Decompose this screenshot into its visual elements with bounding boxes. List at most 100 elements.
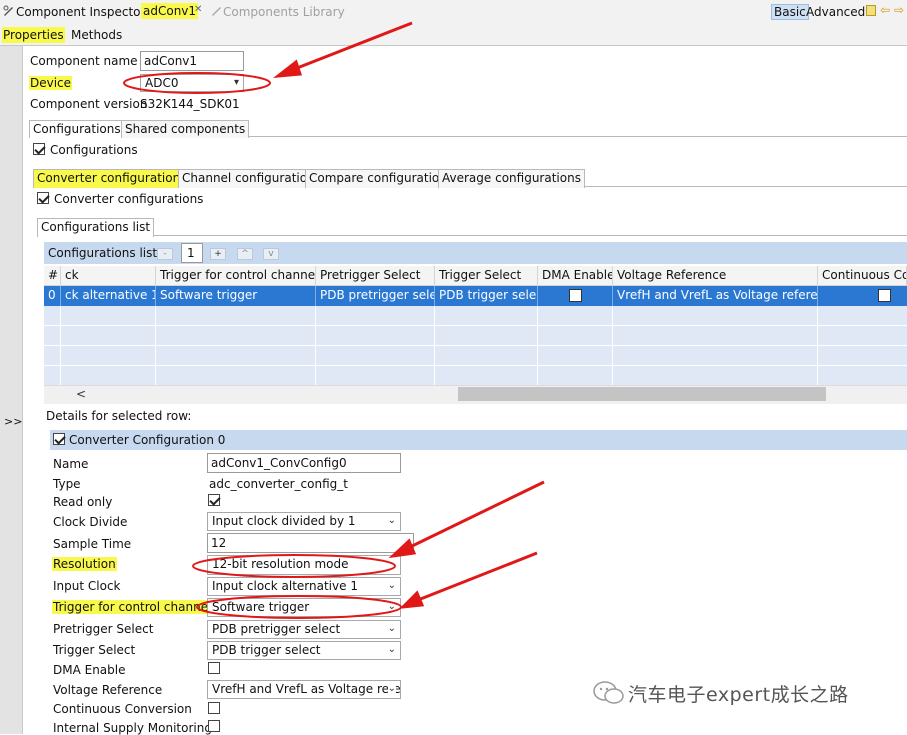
voltage-reference-label: Voltage Reference [53,683,163,697]
watermark-text: 汽车电子expert成长之路 [628,684,849,706]
chevron-down-icon: ⌄ [387,515,396,526]
trigger-select-value: PDB trigger select [212,643,321,657]
clock-divide-value: Input clock divided by 1 [212,514,356,528]
table-cell-dma[interactable] [538,286,613,306]
input-clock-value: Input clock alternative 1 [212,579,358,593]
table-cell[interactable]: PDB trigger select [435,286,538,306]
sample-time-label: Sample Time [53,537,132,551]
resolution-select[interactable]: 12-bit resolution mode [207,555,401,575]
name-input[interactable]: adConv1_ConvConfig0 [207,453,401,473]
scrollbar-thumb[interactable] [458,387,826,401]
pretrigger-select[interactable]: PDB pretrigger select ⌄ [207,620,401,639]
view-titlebar: Component Inspector - adConv1 ✕ Componen… [0,0,907,25]
inspector-tab-label[interactable]: Component Inspector - [16,5,154,19]
tab-configurations[interactable]: Configurations [29,120,125,138]
continuous-checkbox[interactable] [878,289,891,302]
resolution-label: Resolution [52,557,117,571]
component-name-label: Component name [30,54,138,68]
details-title: Converter Configuration 0 [69,433,226,447]
empty-rows [44,306,907,385]
add-row-button[interactable]: + [210,248,226,260]
table-cell-continuous[interactable] [818,286,907,306]
device-arrowhead [273,59,303,78]
side-panel [0,46,23,734]
configurations-checkbox-label: Configurations [50,143,138,157]
device-select-value: ADC0 [145,76,179,90]
list-tab-divider [37,235,907,236]
tab-methods[interactable]: Methods [71,28,122,42]
trigger-select[interactable]: Software trigger ⌄ [207,598,401,617]
converter-configurations-checkbox[interactable] [37,192,49,204]
remove-row-button[interactable]: - [157,248,173,260]
clock-divide-label: Clock Divide [53,515,128,529]
inspector-icon [3,5,13,16]
table-cell[interactable]: PDB pretrigger select [316,286,435,306]
col-header-clock[interactable]: ck [61,266,156,286]
chevron-down-icon: ⌄ [387,580,396,591]
configurations-checkbox[interactable] [33,143,45,155]
basic-mode-button[interactable]: Basic [771,4,809,20]
details-label: Details for selected row: [46,409,192,423]
close-tab-icon[interactable]: ✕ [194,4,202,15]
move-down-button[interactable]: v [263,248,279,260]
components-library-tab[interactable]: Components Library [223,5,345,19]
type-value: adc_converter_config_t [209,477,348,491]
col-header-pretrigger[interactable]: Pretrigger Select [316,266,435,286]
back-arrow-icon[interactable]: ⇦ [880,3,890,17]
row-count-input[interactable]: 1 [181,243,203,263]
trigger-select-select[interactable]: PDB trigger select ⌄ [207,641,401,660]
continuous-conversion-checkbox[interactable] [208,702,220,714]
tab-properties[interactable]: Properties [2,27,65,43]
chevron-down-icon: ⌄ [387,644,396,655]
converter-config-checkbox[interactable] [53,433,65,445]
trigger-value: Software trigger [212,600,310,614]
component-version-value: S32K144_SDK01 [140,97,240,111]
col-header-trigger[interactable]: Trigger for control channel 0 [156,266,316,286]
sample-time-input[interactable]: 12 [207,533,414,553]
chevron-down-icon: ▾ [233,77,239,88]
table-cell[interactable]: VrefH and VrefL as Voltage reference. [613,286,818,306]
tab-shared-components[interactable]: Shared components [121,120,250,138]
table-cell[interactable]: ck alternative 1 [61,286,156,306]
chevron-down-icon: ⌄ [387,683,396,694]
pretrigger-value: PDB pretrigger select [212,622,341,636]
col-header-continuous[interactable]: Continuous Con [818,266,907,286]
internal-supply-checkbox[interactable] [208,720,220,732]
table-cell[interactable]: 0 [44,286,61,306]
read-only-checkbox[interactable] [208,494,220,506]
expand-toggle[interactable]: >> [4,415,22,428]
continuous-conversion-label: Continuous Conversion [53,702,192,716]
note-icon[interactable] [866,5,876,16]
col-header-index[interactable]: # [44,266,61,286]
col-header-dma[interactable]: DMA Enable [538,266,613,286]
component-name-input[interactable]: adConv1 [140,51,244,71]
col-header-trigger-select[interactable]: Trigger Select [435,266,538,286]
voltage-reference-select[interactable]: VrefH and VrefL as Voltage refere ⌄ [207,680,401,699]
tab-configurations-list[interactable]: Configurations list [37,218,155,237]
table-cell[interactable]: Software trigger [156,286,316,306]
dma-enable-label: DMA Enable [53,663,126,677]
dma-enable-checkbox[interactable] [208,662,220,674]
col-header-vref[interactable]: Voltage Reference [613,266,818,286]
resolution-value: 12-bit resolution mode [212,557,349,571]
inspector-component-name: adConv1 [141,3,199,19]
forward-arrow-icon[interactable]: ⇨ [894,3,904,17]
pretrigger-label: Pretrigger Select [53,622,154,636]
list-header-label: Configurations list [48,246,158,260]
tab-channel-configurations[interactable]: Channel configurations [178,169,325,188]
device-select[interactable]: ADC0 ▾ [140,74,244,92]
tab-average-configurations[interactable]: Average configurations [438,169,585,188]
chevron-down-icon: ⌄ [387,623,396,634]
tab-converter-configurations[interactable]: Converter configurations [33,169,191,188]
trigger-label: Trigger for control channel 0 [52,600,224,614]
clock-divide-select[interactable]: Input clock divided by 1 ⌄ [207,512,401,531]
dma-checkbox[interactable] [569,289,582,302]
chevron-down-icon: ⌄ [387,601,396,612]
converter-configurations-checkbox-label: Converter configurations [54,192,204,206]
tab-compare-configurations[interactable]: Compare configurations [305,169,458,188]
input-clock-select[interactable]: Input clock alternative 1 ⌄ [207,577,401,596]
advanced-mode-button[interactable]: Advanced [806,5,865,19]
move-up-button[interactable]: ^ [237,248,253,260]
top-tabbar [0,24,907,46]
scroll-left-icon[interactable]: < [76,387,86,401]
